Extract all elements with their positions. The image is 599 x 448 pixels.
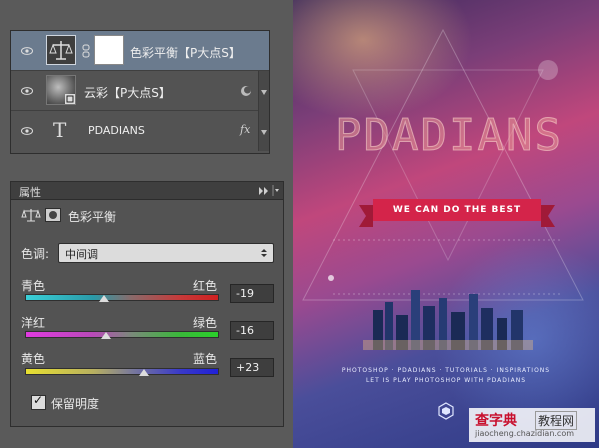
poster-ribbon: WE CAN DO THE BEST	[359, 199, 555, 227]
cyan-red-value-input[interactable]: -19	[230, 284, 274, 303]
preserve-luminosity-checkbox[interactable]	[31, 393, 46, 410]
layer-row-clouds[interactable]: 云彩【P大点S】	[11, 71, 269, 111]
chevron-updown-icon	[261, 249, 267, 257]
panel-title: 属性	[19, 186, 41, 199]
tone-label: 色调:	[21, 247, 50, 261]
cyan-red-slider-track[interactable]	[25, 294, 219, 301]
watermark-url: jiaocheng.chazidian.com	[475, 429, 575, 438]
layer-options-arrow[interactable]	[258, 111, 269, 151]
city-skyline-image	[363, 290, 533, 350]
balance-scale-icon	[46, 35, 76, 65]
layer-options-arrow[interactable]	[258, 71, 269, 111]
eye-icon[interactable]	[21, 45, 33, 57]
layer-name: PDADIANS	[88, 124, 145, 137]
preserve-luminosity-label: 保留明度	[51, 397, 100, 411]
smart-object-icon	[65, 94, 75, 104]
poster-tagline: PHOTOSHOP · PDADIANS · TUTORIALS · INSPI…	[341, 367, 551, 374]
watermark: 查字典 教程网 jiaocheng.chazidian.com	[469, 408, 595, 442]
svg-text:T: T	[53, 118, 67, 142]
poster-canvas: PDADIANS WE CAN DO THE BEST PHOTOSHOP · …	[293, 0, 599, 448]
layer-name: 色彩平衡【P大点S】	[130, 46, 241, 60]
panel-header: 属性	[11, 182, 283, 200]
tone-select-value: 中间调	[65, 248, 98, 261]
watermark-brand: 查字典	[475, 413, 517, 429]
balance-scale-icon	[21, 209, 41, 222]
panel-menu-icon[interactable]	[272, 185, 280, 196]
layer-row-color-balance[interactable]: 色彩平衡【P大点S】	[11, 31, 269, 71]
text-layer-icon: T	[49, 117, 73, 143]
watermark-label: 教程网	[535, 411, 578, 430]
eye-icon[interactable]	[21, 85, 33, 97]
filter-effects-icon[interactable]	[240, 85, 252, 97]
slider-left-label: 洋红	[21, 316, 46, 330]
layer-name: 云彩【P大点S】	[84, 86, 171, 100]
tone-select[interactable]: 中间调	[58, 243, 274, 263]
slider-right-label: 蓝色	[193, 352, 218, 366]
double-chevron-right-icon[interactable]	[259, 187, 269, 195]
adjustment-name: 色彩平衡	[68, 210, 117, 224]
fx-icon[interactable]: fx	[240, 123, 250, 136]
poster-title: PDADIANS	[335, 110, 563, 162]
properties-panel: 属性 色彩平衡 色调: 中间调 青色 红色 -19 洋红 绿色 -16 黄色 蓝…	[10, 181, 284, 427]
poster-tagline: LET IS PLAY PHOTOSHOP WITH PDADIANS	[365, 377, 527, 384]
magenta-green-slider-track[interactable]	[25, 331, 219, 338]
yellow-blue-slider-track[interactable]	[25, 368, 219, 375]
cyan-red-slider-handle[interactable]	[98, 295, 109, 302]
slider-left-label: 黄色	[21, 352, 46, 366]
slider-left-label: 青色	[21, 279, 46, 293]
link-chain-icon[interactable]	[82, 44, 90, 58]
layer-row-text[interactable]: T PDADIANS fx	[11, 111, 269, 151]
magenta-green-slider-handle[interactable]	[101, 332, 112, 339]
slider-right-label: 红色	[193, 279, 218, 293]
layer-thumbnail	[46, 75, 76, 105]
slider-right-label: 绿色	[193, 316, 218, 330]
eye-icon[interactable]	[21, 125, 33, 137]
mask-icon[interactable]	[45, 208, 61, 222]
yellow-blue-slider-handle[interactable]	[139, 369, 150, 376]
layer-mask-thumbnail[interactable]	[94, 35, 124, 65]
yellow-blue-value-input[interactable]: +23	[230, 358, 274, 377]
layers-panel: 色彩平衡【P大点S】 云彩【P大点S】 T PDADIANS fx	[10, 30, 270, 154]
hexagon-logo-icon	[438, 402, 454, 420]
magenta-green-value-input[interactable]: -16	[230, 321, 274, 340]
